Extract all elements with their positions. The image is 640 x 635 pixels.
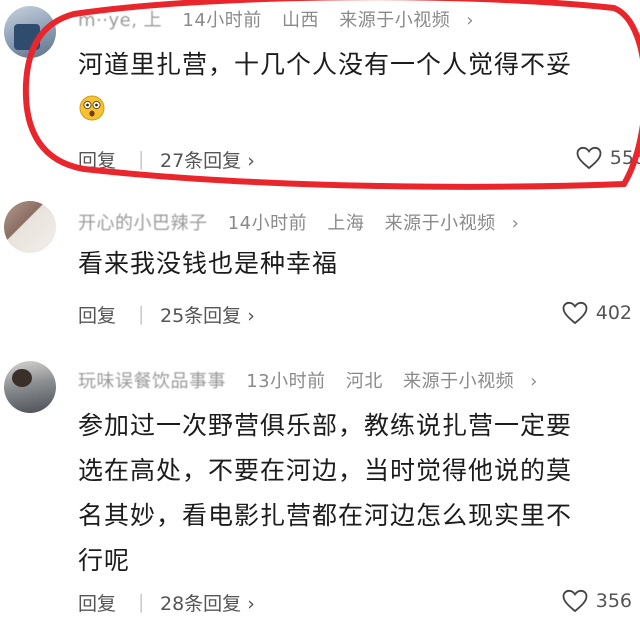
chevron-right-icon: › (466, 10, 474, 31)
avatar[interactable] (4, 361, 56, 413)
heart-icon (562, 301, 588, 325)
avatar[interactable] (4, 6, 56, 58)
chevron-right-icon: › (247, 593, 255, 615)
comment-actions: 回复 | 28条回复 › 356 (78, 589, 640, 619)
comment-text: 参加过一次野营俱乐部，教练说扎营一定要 选在高处，不要在河边，当时觉得他说的莫 … (78, 411, 573, 575)
divider: | (138, 148, 145, 170)
comment-item: 开心的小巴辣子 14小时前 上海 来源于小视频 › 看来我没钱也是种幸福 回复 |… (0, 195, 640, 345)
astonished-face-icon (79, 95, 105, 121)
source-link[interactable]: 来源于小视频 › (339, 10, 488, 31)
like-button[interactable]: 402 (562, 301, 632, 325)
comment-text: 看来我没钱也是种幸福 (78, 249, 339, 278)
chevron-right-icon: › (247, 305, 255, 327)
comment-meta: m··ye, 上 14小时前 山西 来源于小视频 › (78, 6, 502, 32)
chevron-right-icon: › (511, 213, 520, 234)
comment-meta: 开心的小巴辣子 14小时前 上海 来源于小视频 › (78, 209, 547, 235)
like-button[interactable]: 556 (576, 146, 640, 170)
like-button[interactable]: 356 (562, 589, 632, 613)
comment-actions: 回复 | 27条回复 › 556 (78, 146, 640, 176)
view-replies-link[interactable]: 27条回复 › (160, 146, 255, 173)
divider: | (138, 591, 145, 613)
reply-button[interactable]: 回复 (78, 589, 116, 616)
like-count: 356 (595, 590, 632, 612)
view-replies-link[interactable]: 25条回复 › (160, 301, 255, 328)
divider: | (138, 303, 145, 325)
view-replies-link[interactable]: 28条回复 › (160, 589, 255, 616)
chevron-right-icon: › (530, 371, 538, 392)
location: 上海 (327, 213, 365, 234)
comment-item: 玩味误餐饮品事事 13小时前 河北 来源于小视频 › 参加过一次野营俱乐部，教练说… (0, 355, 640, 635)
comment-item: m··ye, 上 14小时前 山西 来源于小视频 › 河道里扎营，十几个人没有一个… (0, 0, 640, 190)
source-link[interactable]: 来源于小视频 › (385, 213, 534, 234)
username[interactable]: 开心的小巴辣子 (78, 213, 208, 234)
comment-actions: 回复 | 25条回复 › 402 (78, 301, 640, 331)
timestamp: 14小时前 (227, 213, 308, 234)
like-count: 556 (609, 147, 640, 169)
timestamp: 14小时前 (182, 10, 262, 31)
avatar[interactable] (4, 201, 56, 253)
username[interactable]: m··ye, 上 (78, 10, 162, 31)
like-count: 402 (595, 302, 632, 324)
timestamp: 13小时前 (246, 371, 326, 392)
comment-text: 河道里扎营，十几个人没有一个人觉得不妥 (78, 44, 638, 128)
comment-list: m··ye, 上 14小时前 山西 来源于小视频 › 河道里扎营，十几个人没有一个… (0, 0, 640, 635)
username[interactable]: 玩味误餐饮品事事 (78, 371, 226, 392)
location: 山西 (282, 10, 320, 31)
reply-button[interactable]: 回复 (78, 146, 116, 173)
source-link[interactable]: 来源于小视频 › (403, 371, 552, 392)
location: 河北 (345, 371, 383, 392)
heart-icon (576, 146, 602, 170)
heart-icon (562, 589, 588, 613)
reply-button[interactable]: 回复 (78, 301, 116, 328)
chevron-right-icon: › (247, 150, 255, 172)
comment-meta: 玩味误餐饮品事事 13小时前 河北 来源于小视频 › (78, 367, 566, 393)
